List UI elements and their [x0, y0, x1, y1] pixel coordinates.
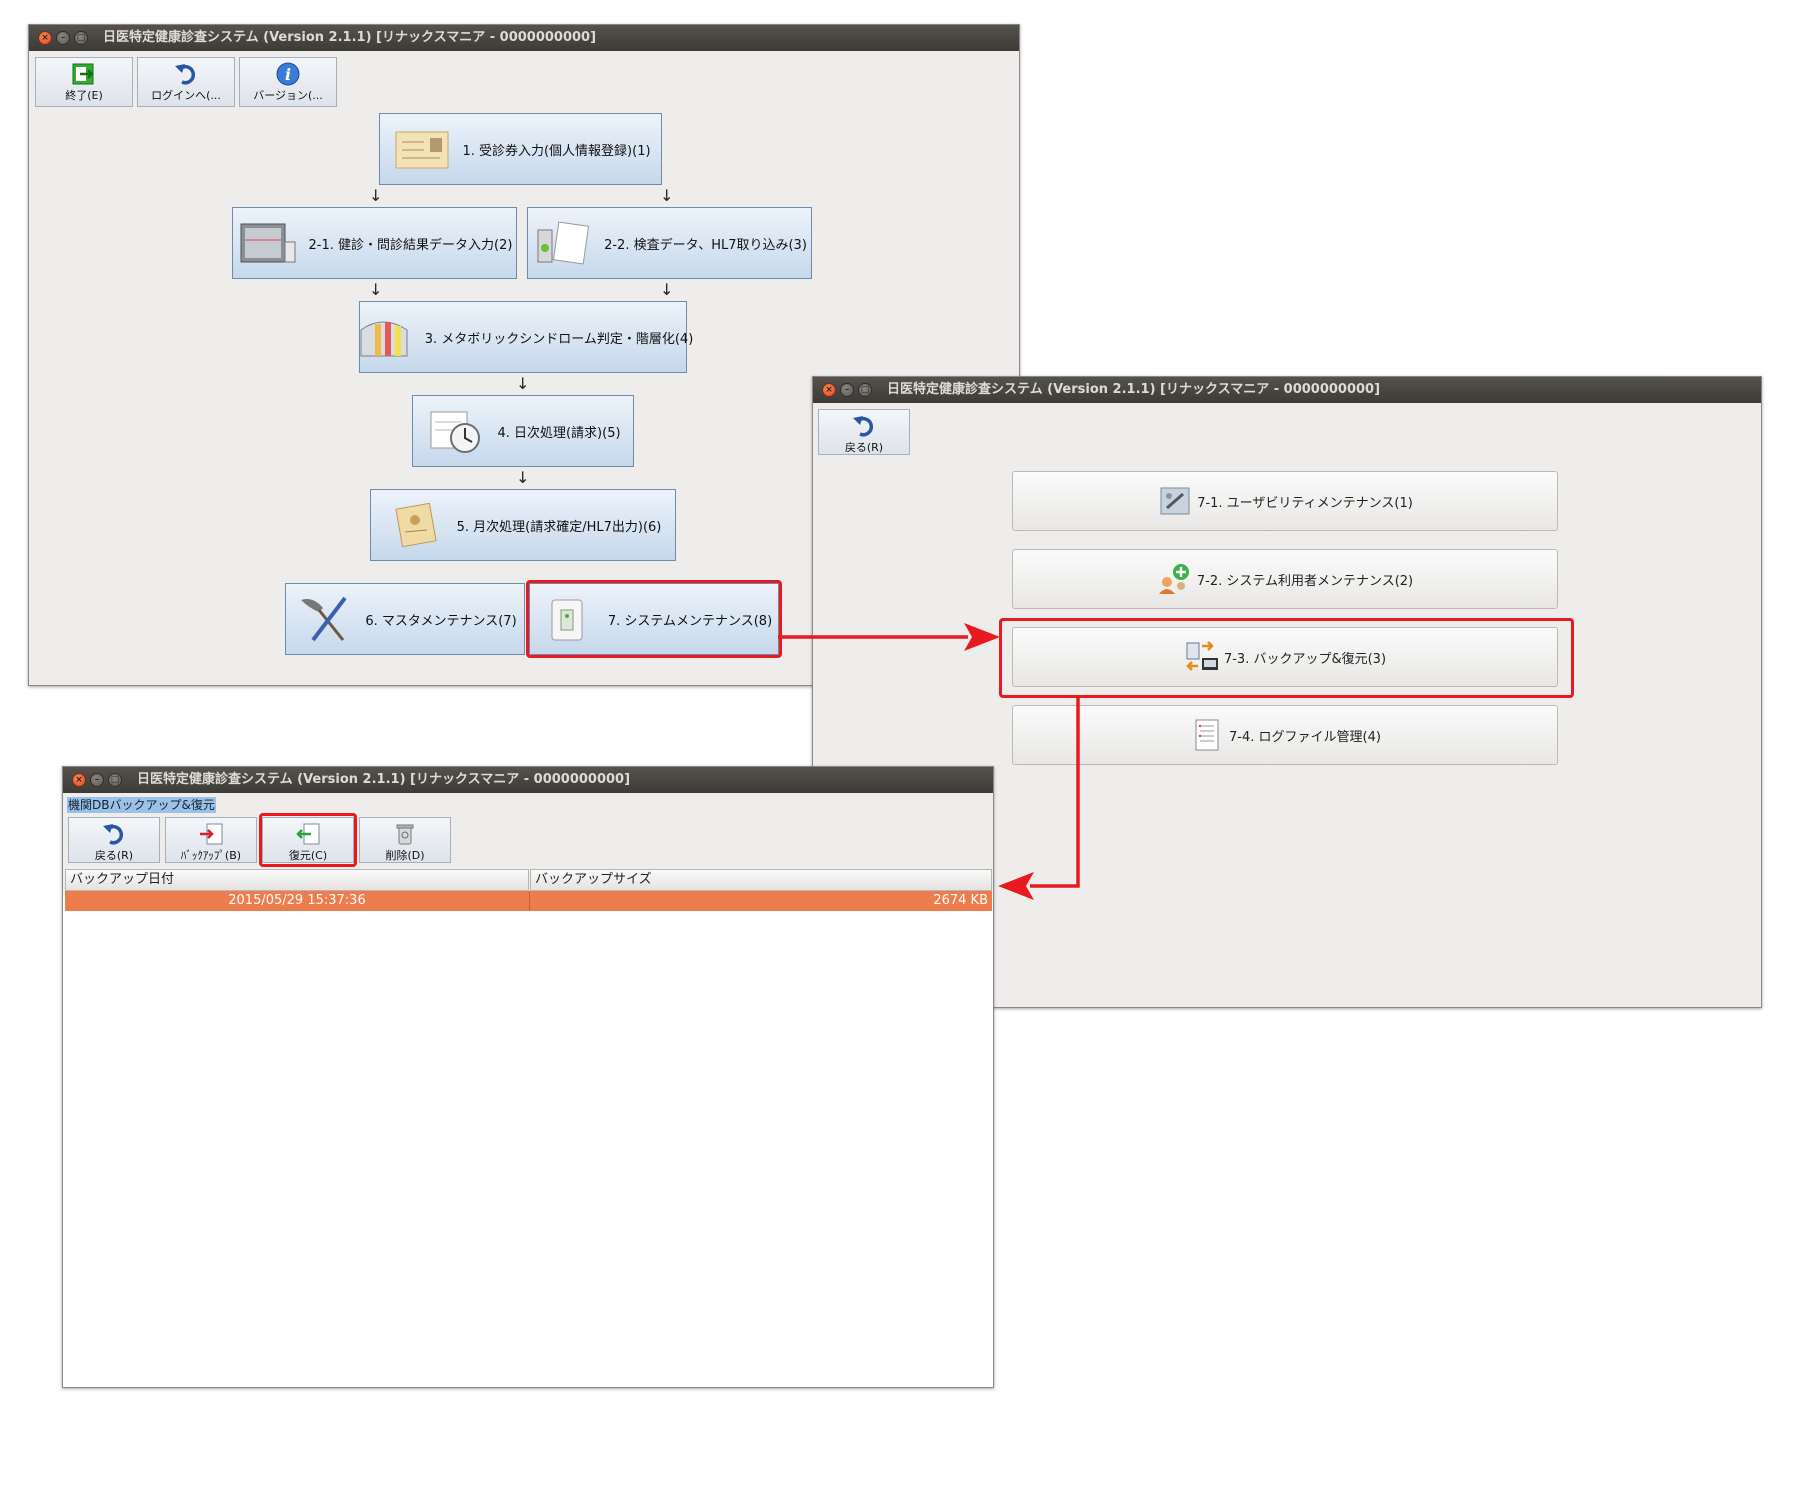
maximize-icon: □	[76, 33, 86, 43]
flow-arrow: ↓	[369, 186, 383, 205]
backup-export-icon	[200, 823, 223, 845]
back-button[interactable]: 戻る(R)	[818, 409, 910, 455]
undo-icon	[103, 824, 124, 845]
minimize-window-button[interactable]: –	[56, 31, 70, 45]
step3-button[interactable]: 3. メタボリックシンドローム判定・階層化(4)	[359, 301, 693, 373]
master-maintenance-tools-icon	[301, 596, 347, 642]
step2-1-label: 2-1. 健診・問診結果データ入力(2)	[308, 237, 513, 253]
data-entry-icon	[240, 223, 296, 263]
backup-label: ﾊﾞｯｸｱｯﾌﾟ(B)	[180, 849, 242, 862]
close-icon: ×	[75, 775, 83, 785]
step1-label: 1. 受診券入力(個人情報登録)(1)	[462, 143, 651, 159]
lab-data-icon	[537, 221, 590, 265]
window-title: 日医特定健康診査システム (Version 2.1.1) [リナックスマニア -…	[103, 30, 597, 45]
minimize-icon: –	[94, 775, 100, 785]
user-maintenance-label: 7-2. システム利用者メンテナンス(2)	[1196, 573, 1414, 589]
flow-arrow: ↓	[369, 280, 383, 299]
usability-settings-icon	[1160, 487, 1190, 515]
add-user-icon	[1158, 564, 1189, 594]
usability-maintenance-label: 7-1. ユーザビリティメンテナンス(1)	[1197, 495, 1413, 511]
close-window-button[interactable]: ×	[38, 31, 52, 45]
daily-process-clock-icon	[430, 411, 481, 453]
column-header-size-label: バックアップサイズ	[535, 872, 652, 887]
backup-restore-highlight-box	[999, 618, 1574, 698]
flow-arrow: ↓	[516, 374, 530, 393]
step6-label: 6. マスタメンテナンス(7)	[365, 613, 517, 629]
flow-arrow: ↓	[660, 186, 674, 205]
backup-date-cell: 2015/05/29 15:37:36	[228, 893, 366, 908]
minimize-window-button[interactable]: –	[90, 773, 104, 787]
flow-arrow: ↓	[660, 280, 674, 299]
backup-size-cell: 2674 KB	[933, 893, 988, 908]
info-icon: i	[276, 62, 300, 86]
undo-icon	[853, 416, 874, 437]
exit-button[interactable]: 終了(E)	[35, 57, 133, 107]
restore-highlight-box	[259, 813, 357, 867]
maximize-window-button[interactable]: □	[858, 383, 872, 397]
title-bar: × – □ 日医特定健康診査システム (Version 2.1.1) [リナック…	[63, 767, 993, 793]
monthly-process-icon	[394, 502, 437, 548]
log-file-icon	[1195, 719, 1219, 751]
step5-label: 5. 月次処理(請求確定/HL7出力)(6)	[456, 519, 662, 535]
minimize-icon: –	[60, 33, 66, 43]
cell-divider	[529, 891, 530, 911]
maximize-icon: □	[860, 385, 870, 395]
step5-button[interactable]: 5. 月次処理(請求確定/HL7出力)(6)	[370, 489, 676, 561]
step2-2-label: 2-2. 検査データ、HL7取り込み(3)	[604, 237, 807, 253]
title-bar: × – □ 日医特定健康診査システム (Version 2.1.1) [リナック…	[29, 25, 1019, 51]
svg-text:i: i	[285, 65, 291, 84]
close-icon: ×	[41, 33, 49, 43]
backup-restore-window: × – □ 日医特定健康診査システム (Version 2.1.1) [リナック…	[62, 766, 994, 1388]
step4-label: 4. 日次処理(請求)(5)	[497, 425, 621, 441]
back-label: 戻る(R)	[844, 441, 884, 454]
minimize-icon: –	[844, 385, 850, 395]
step2-1-button[interactable]: 2-1. 健診・問診結果データ入力(2)	[232, 207, 517, 279]
window-title: 日医特定健康診査システム (Version 2.1.1) [リナックスマニア -…	[887, 382, 1381, 397]
delete-label: 削除(D)	[385, 849, 425, 862]
trash-icon	[396, 824, 414, 845]
maximize-icon: □	[110, 775, 120, 785]
exit-icon	[72, 63, 94, 85]
step4-button[interactable]: 4. 日次処理(請求)(5)	[412, 395, 634, 467]
log-file-management-label: 7-4. ログファイル管理(4)	[1229, 729, 1381, 745]
back-button[interactable]: 戻る(R)	[68, 817, 160, 863]
column-header-date[interactable]: バックアップ日付	[65, 869, 529, 891]
undo-icon	[175, 64, 196, 85]
version-button[interactable]: i バージョン(...	[239, 57, 337, 107]
close-icon: ×	[825, 385, 833, 395]
exit-label: 終了(E)	[65, 89, 103, 102]
metabolic-analysis-icon	[360, 321, 408, 357]
page-subtitle: 機関DBバックアップ&復元	[67, 797, 216, 813]
back-label: 戻る(R)	[94, 849, 134, 862]
step1-button[interactable]: 1. 受診券入力(個人情報登録)(1)	[379, 113, 662, 185]
certificate-icon	[395, 131, 449, 169]
close-window-button[interactable]: ×	[822, 383, 836, 397]
version-label: バージョン(...	[253, 89, 323, 102]
log-file-management-button[interactable]: 7-4. ログファイル管理(4)	[1012, 705, 1558, 765]
usability-maintenance-button[interactable]: 7-1. ユーザビリティメンテナンス(1)	[1012, 471, 1558, 531]
step6-button[interactable]: 6. マスタメンテナンス(7)	[285, 583, 525, 655]
window-title: 日医特定健康診査システム (Version 2.1.1) [リナックスマニア -…	[137, 772, 631, 787]
column-header-date-label: バックアップ日付	[70, 872, 175, 887]
step7-highlight-box	[526, 580, 782, 658]
delete-button[interactable]: 削除(D)	[359, 817, 451, 863]
step3-label: 3. メタボリックシンドローム判定・階層化(4)	[424, 331, 694, 347]
minimize-window-button[interactable]: –	[840, 383, 854, 397]
close-window-button[interactable]: ×	[72, 773, 86, 787]
login-label: ログインへ(...	[151, 89, 221, 102]
maximize-window-button[interactable]: □	[74, 31, 88, 45]
user-maintenance-button[interactable]: 7-2. システム利用者メンテナンス(2)	[1012, 549, 1558, 609]
title-bar: × – □ 日医特定健康診査システム (Version 2.1.1) [リナック…	[813, 377, 1761, 403]
step2-2-button[interactable]: 2-2. 検査データ、HL7取り込み(3)	[527, 207, 812, 279]
maximize-window-button[interactable]: □	[108, 773, 122, 787]
backup-button[interactable]: ﾊﾞｯｸｱｯﾌﾟ(B)	[165, 817, 257, 863]
flow-arrow: ↓	[516, 468, 530, 487]
login-button[interactable]: ログインへ(...	[137, 57, 235, 107]
column-header-size[interactable]: バックアップサイズ	[530, 869, 992, 891]
table-row[interactable]: 2015/05/29 15:37:36 2674 KB	[65, 891, 992, 911]
